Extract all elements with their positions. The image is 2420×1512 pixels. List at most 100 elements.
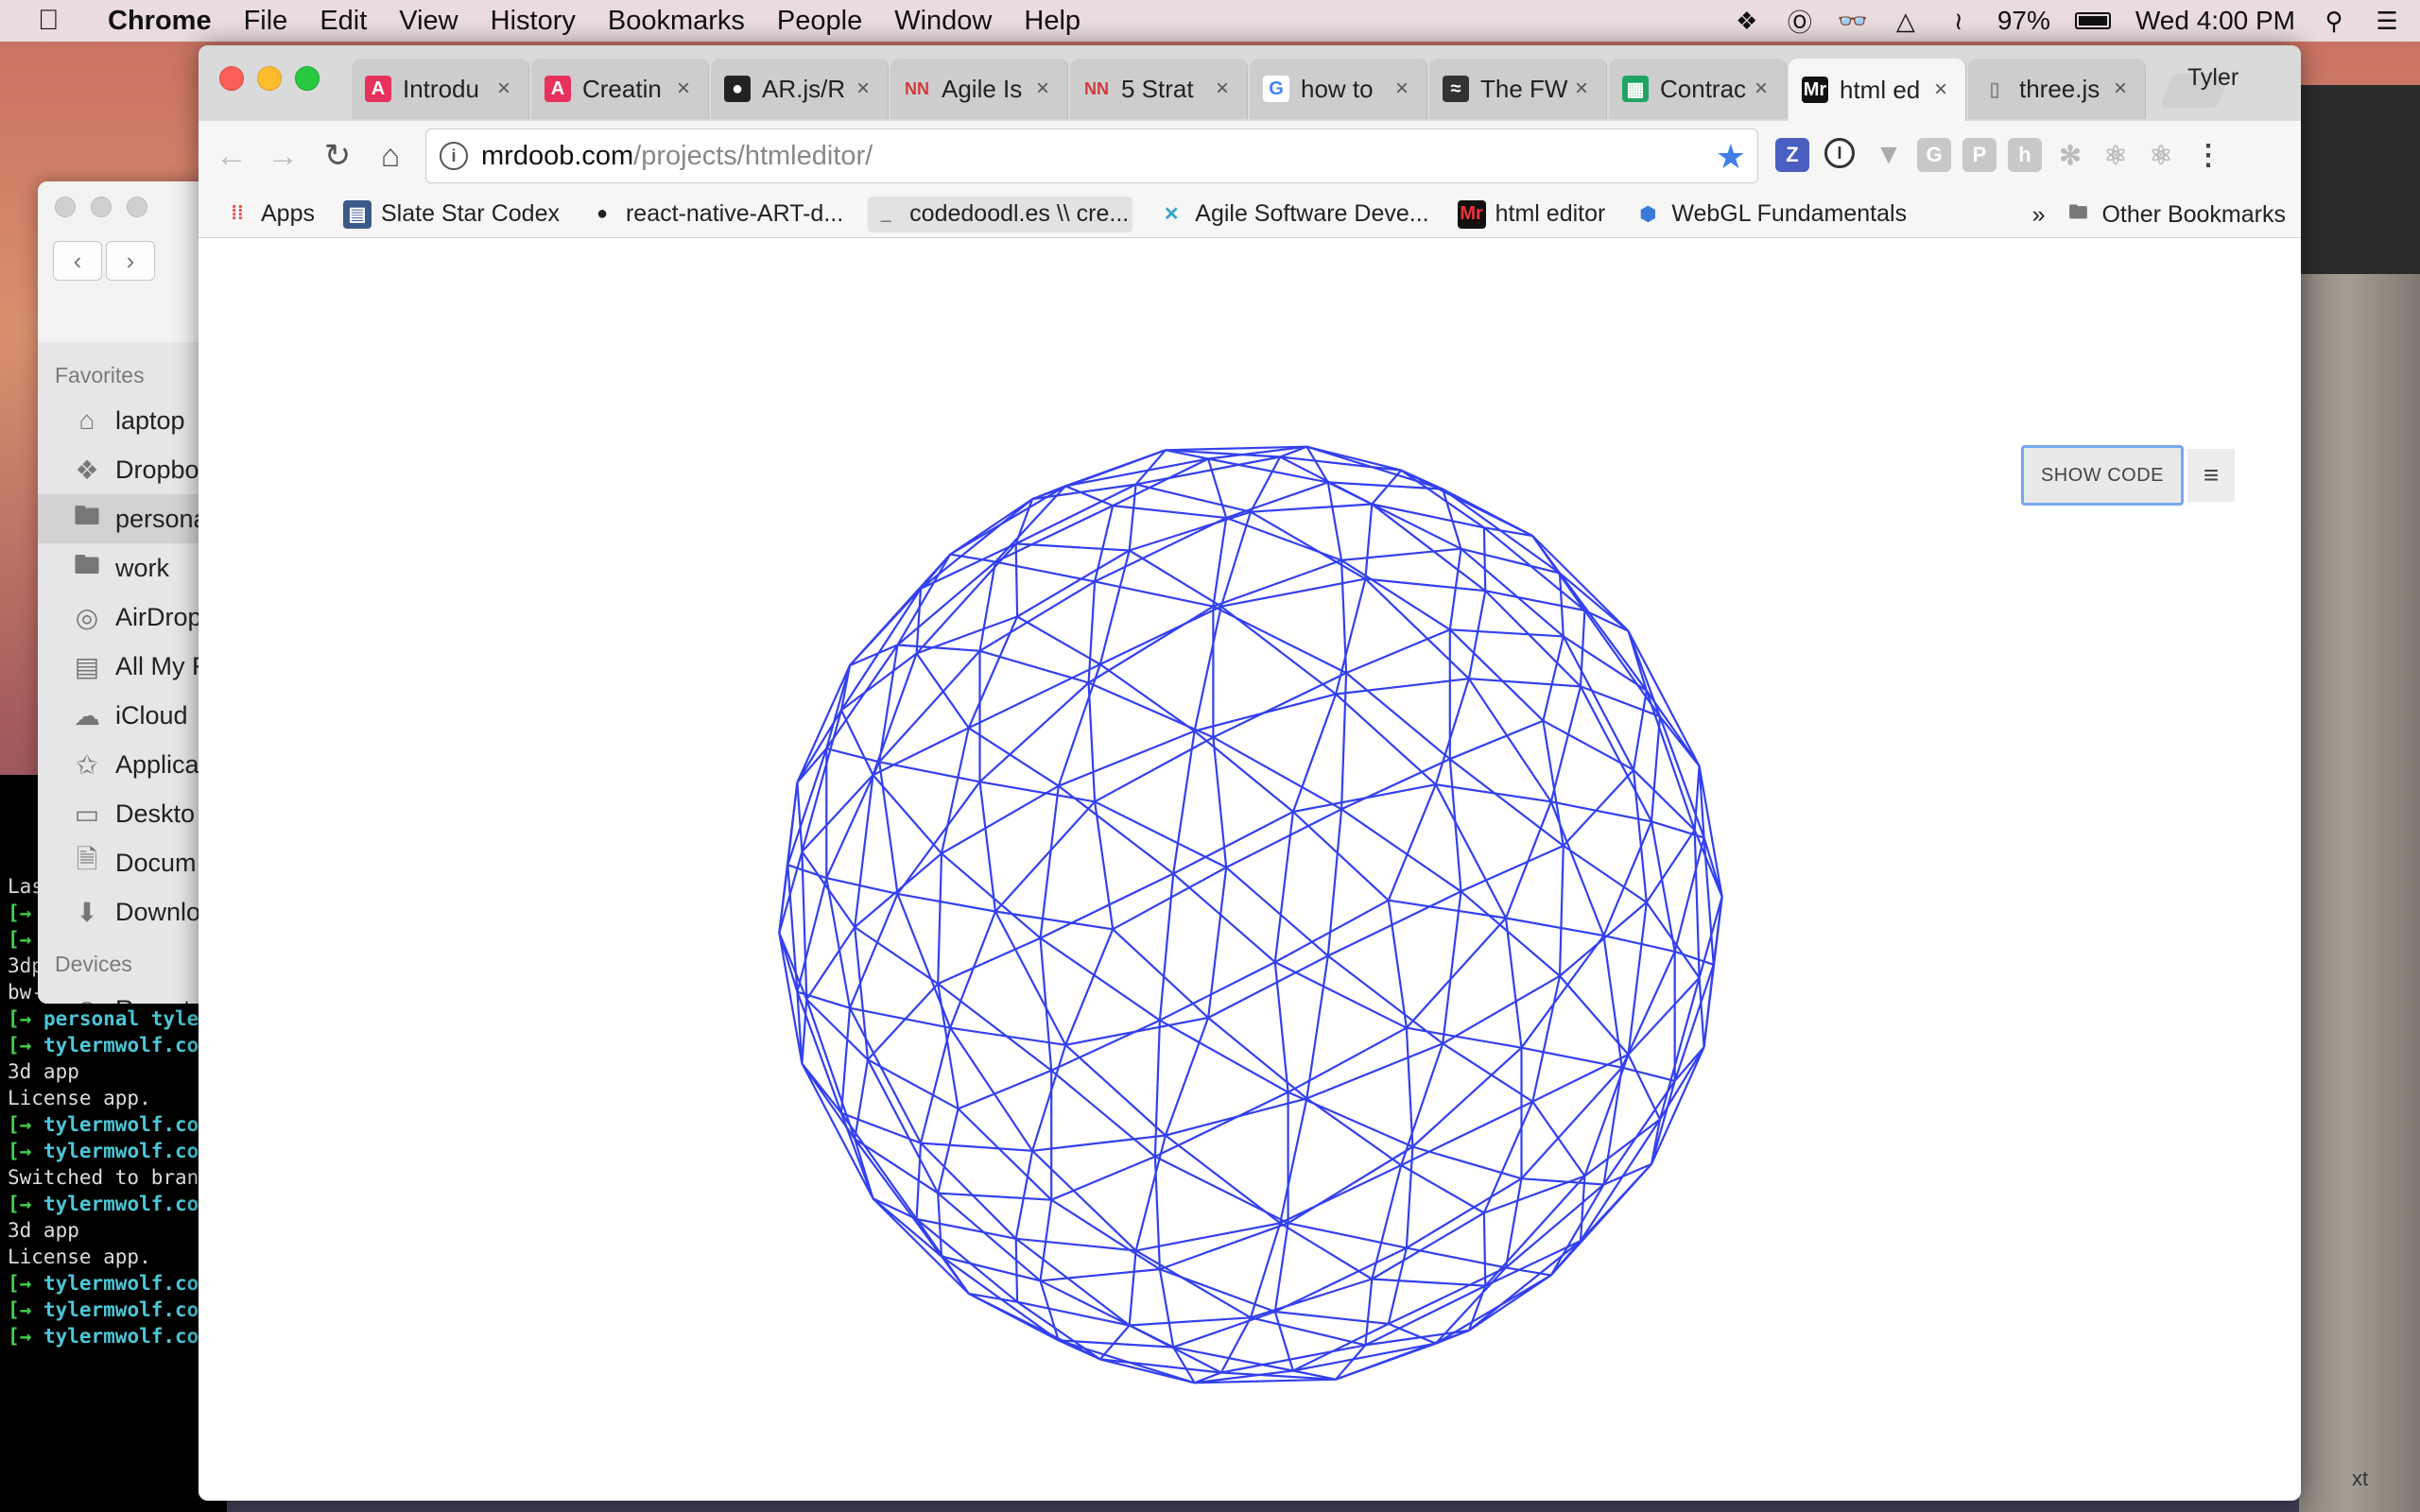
browser-tab[interactable]: ▦ Contrac × [1609,59,1787,119]
minimize-window-button[interactable] [257,66,282,91]
glasses-icon[interactable]: 👓 [1838,7,1868,35]
show-code-button[interactable]: SHOW CODE [2021,445,2184,506]
wireframe-edge [1559,572,1648,692]
tab-close-icon[interactable]: × [1031,76,1054,102]
wireframe-edge [1558,845,1564,976]
address-bar[interactable]: i mrdoob.com/projects/htmleditor/ ★ [425,129,1758,183]
tab-close-icon[interactable]: × [493,76,515,102]
react-devtools-icon[interactable]: ⚛ [2099,138,2133,172]
close-window-button[interactable] [219,66,244,91]
terminal-line: 3d app [8,1217,227,1244]
wireframe-edge [1207,867,1228,1019]
pocket-extension-icon[interactable]: P [1962,138,1996,172]
bookmark-item[interactable]: ⬢ WebGL Fundamentals [1630,197,1910,232]
menu-help[interactable]: Help [1024,6,1080,37]
apple-icon[interactable]:  [38,5,87,37]
other-bookmarks-folder[interactable]: 🖿 Other Bookmarks [2064,200,2286,229]
bookmark-favicon-icon: ⬢ [1639,204,1657,225]
wifi-icon[interactable]: ≀ [1945,7,1973,35]
bookmark-item[interactable]: ▤ Slate Star Codex [339,197,563,232]
bookmarks-overflow-button[interactable]: » [2032,201,2046,229]
menu-people[interactable]: People [777,6,862,37]
menu-view[interactable]: View [399,6,458,37]
browser-toolbar: ← → ↻ ⌂ i mrdoob.com/projects/htmleditor… [199,121,2301,191]
site-info-icon[interactable]: i [440,142,468,170]
tab-close-icon[interactable]: × [1570,76,1593,102]
menu-file[interactable]: File [244,6,288,37]
spotlight-search-icon[interactable]: ⚲ [2320,7,2348,35]
tab-close-icon[interactable]: × [852,76,874,102]
bookmark-star-icon[interactable]: ★ [1716,137,1746,177]
grammarly-extension-icon[interactable]: G [1917,138,1951,172]
menu-window[interactable]: Window [894,6,992,37]
finder-forward-button[interactable]: › [106,241,155,281]
vue-devtools-icon[interactable]: ▼ [1872,138,1906,172]
browser-tab[interactable]: A Creatin × [531,59,709,119]
tab-close-icon[interactable]: × [1929,77,1952,103]
finder-back-button[interactable]: ‹ [53,241,102,281]
folder-icon: 🖿 [73,550,100,579]
reload-button[interactable]: ↻ [316,134,359,178]
finder-close-button[interactable] [55,197,76,217]
airdrop-icon: ◎ [75,602,99,632]
paint-extension-icon[interactable]: ✻ [2053,138,2087,172]
tab-close-icon[interactable]: × [1750,76,1772,102]
bookmark-item[interactable]: ⁞⁞ Apps [219,197,319,232]
1password-extension-icon[interactable]: I [1824,138,1855,168]
bookmark-favicon-icon: _ [880,203,891,224]
menu-app-name[interactable]: Chrome [108,6,212,37]
bookmarks-list: ⁞⁞ Apps ▤ Slate Star Codex ● react-native-ART… [199,196,1910,232]
tab-favicon-icon: G [1263,76,1289,102]
zoom-window-button[interactable] [295,66,320,91]
finder-zoom-button[interactable] [127,197,147,217]
browser-tab[interactable]: Ghow to × [1250,59,1427,119]
bookmark-item[interactable]: _ codedoodl.es \\ cre... [868,196,1133,232]
airplay-icon[interactable]: △ [1892,7,1920,35]
hamburger-menu-button[interactable]: ≡ [2187,449,2235,502]
sidebar-item-label: Downlo [115,897,201,926]
dropbox-icon[interactable]: ❖ [1733,7,1761,35]
wireframe-edge [938,1192,1052,1201]
wireframe-edge [1620,951,1676,1069]
puzzle-extension-icon[interactable]: ⚛ [2144,138,2178,172]
tab-close-icon[interactable]: × [1391,76,1413,102]
wireframe-edge [1449,758,1564,847]
menu-edit[interactable]: Edit [320,6,367,37]
battery-icon[interactable] [2074,12,2111,29]
wireframe-edge [1449,628,1564,638]
browser-tab[interactable]: NN Agile Is × [890,59,1068,119]
1password-icon[interactable]: Ⓞ [1786,7,1814,37]
bookmark-item[interactable]: ✕ Agile Software Deve... [1153,197,1432,232]
finder-minimize-button[interactable] [91,197,112,217]
profile-button[interactable]: Tyler [2187,64,2291,92]
sidebar-item-label: AirDrop [115,602,202,631]
bookmark-item[interactable]: Mr html editor [1454,197,1610,232]
browser-tab[interactable]: Mr html ed × [1789,59,1966,121]
browser-tab[interactable]: NN 5 Strat × [1070,59,1248,119]
forward-button[interactable]: → [261,134,304,178]
tab-close-icon[interactable]: × [2109,76,2132,102]
chrome-menu-icon[interactable]: ⋮ [2191,138,2225,172]
notification-center-icon[interactable]: ☰ [2373,7,2401,35]
home-button[interactable]: ⌂ [369,134,412,178]
browser-tab[interactable]: ≈ The FW × [1429,59,1607,119]
tab-close-icon[interactable]: × [672,76,695,102]
browser-tab[interactable]: ▯ three.js × [1968,59,2146,119]
clock[interactable]: Wed 4:00 PM [2135,6,2295,36]
zotero-extension-icon[interactable]: Z [1775,138,1809,172]
tab-title: three.js [2019,74,2100,103]
wireframe-edge [849,1007,922,1144]
wireframe-sphere[interactable] [764,428,1737,1411]
tab-close-icon[interactable]: × [1211,76,1234,102]
wireframe-edge [1698,977,1705,1048]
wireframe-edge [1280,455,1402,472]
menu-history[interactable]: History [491,6,576,37]
back-button[interactable]: ← [210,134,253,178]
menu-bookmarks[interactable]: Bookmarks [608,6,745,37]
status-area: ❖ Ⓞ 👓 △ ≀ 97% Wed 4:00 PM ⚲ ☰ [1733,0,2401,42]
wireframe-edge [1250,1278,1373,1319]
browser-tab[interactable]: A Introdu × [352,59,529,119]
hypothesis-extension-icon[interactable]: h [2008,138,2042,172]
browser-tab[interactable]: ● AR.js/R × [711,59,889,119]
bookmark-item[interactable]: ● react-native-ART-d... [584,197,847,232]
